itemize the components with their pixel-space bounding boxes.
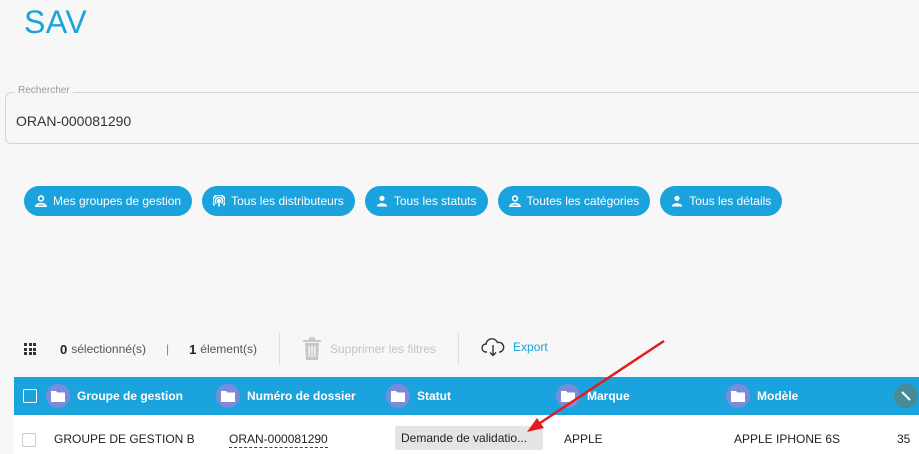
user-outline-icon <box>35 195 47 207</box>
column-modele[interactable]: Modèle <box>726 377 798 415</box>
signal-icon <box>213 195 226 207</box>
user-solid-icon <box>672 195 683 207</box>
search-label: Rechercher <box>15 85 73 96</box>
row-checkbox[interactable] <box>22 433 36 447</box>
export-label: Export <box>513 340 548 354</box>
column-extra[interactable] <box>894 377 918 415</box>
selected-count: 0 <box>60 341 68 357</box>
divider <box>458 333 460 365</box>
cell-extra: 35 <box>897 432 911 446</box>
filter-label: Mes groupes de gestion <box>53 194 182 208</box>
filter-statuts-button[interactable]: Tous les statuts <box>364 186 488 216</box>
divider <box>278 333 280 365</box>
folder-icon <box>556 384 580 408</box>
wrench-icon <box>894 384 918 408</box>
clear-filters-button[interactable]: Supprimer les filtres <box>302 337 436 361</box>
trash-icon <box>302 337 321 360</box>
cell-numero-link[interactable]: ORAN-000081290 <box>229 432 328 448</box>
table-header: Groupe de gestion Numéro de dossier Stat… <box>14 377 919 415</box>
selected-label: sélectionné(s) <box>71 342 146 356</box>
user-outline-icon <box>508 195 521 207</box>
select-all-checkbox[interactable] <box>23 377 37 415</box>
filter-label: Toutes les catégories <box>526 194 640 208</box>
folder-icon <box>386 384 410 408</box>
clear-filters-label: Supprimer les filtres <box>329 342 437 356</box>
column-groupe-de-gestion[interactable]: Groupe de gestion <box>46 377 183 415</box>
cell-groupe: GROUPE DE GESTION B <box>54 432 195 446</box>
filter-label: Tous les distributeurs <box>231 194 344 208</box>
toolbar-separator: | <box>165 342 170 356</box>
filter-mes-groupes-button[interactable]: Mes groupes de gestion <box>24 186 193 216</box>
column-label: Groupe de gestion <box>77 389 184 403</box>
element-label: élement(s) <box>200 342 257 356</box>
grid-icon[interactable] <box>24 343 36 355</box>
filter-label: Tous les statuts <box>393 194 477 208</box>
cell-marque: APPLE <box>564 432 603 446</box>
column-statut[interactable]: Statut <box>386 377 451 415</box>
column-label: Marque <box>587 389 630 403</box>
cell-modele: APPLE IPHONE 6S <box>734 432 841 446</box>
column-label: Numéro de dossier <box>247 389 356 403</box>
page-title: SAV <box>24 4 88 40</box>
filter-categories-button[interactable]: Toutes les catégories <box>497 186 651 216</box>
filter-bar: Mes groupes de gestion Tous les distribu… <box>24 186 783 216</box>
filter-details-button[interactable]: Tous les détails <box>660 186 783 216</box>
selection-toolbar: 0 sélectionné(s) | 1 élement(s) Supprime… <box>24 333 548 365</box>
folder-icon <box>216 384 240 408</box>
user-solid-icon <box>376 195 388 207</box>
search-field[interactable]: Rechercher <box>5 85 919 144</box>
folder-icon <box>46 384 70 408</box>
column-label: Statut <box>417 389 451 403</box>
column-marque[interactable]: Marque <box>556 377 630 415</box>
cloud-download-icon <box>481 338 505 357</box>
filter-label: Tous les détails <box>689 194 772 208</box>
table-row[interactable]: GROUPE DE GESTION B ORAN-000081290 Deman… <box>14 415 919 454</box>
filter-distributeurs-button[interactable]: Tous les distributeurs <box>202 186 355 216</box>
column-label: Modèle <box>757 389 799 403</box>
folder-icon <box>726 384 750 408</box>
export-button[interactable]: Export <box>481 337 548 357</box>
element-count: 1 <box>189 341 197 357</box>
cell-statut-chip[interactable]: Demande de validatio... <box>395 426 543 450</box>
search-input[interactable] <box>16 113 896 129</box>
column-numero-de-dossier[interactable]: Numéro de dossier <box>216 377 356 415</box>
